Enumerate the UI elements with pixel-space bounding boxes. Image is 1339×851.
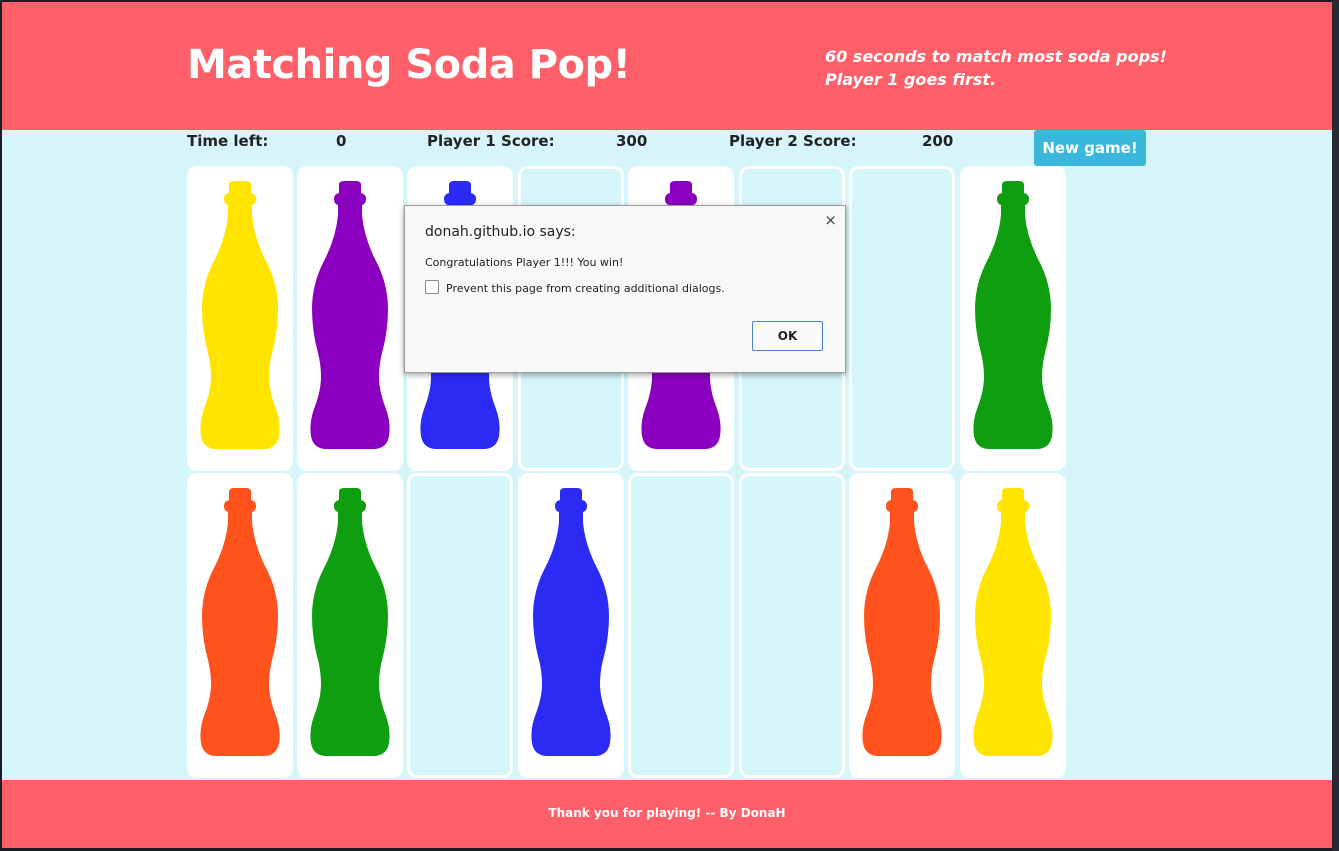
- purple-soda-bottle-icon: [310, 181, 390, 449]
- tagline-line-1: 60 seconds to match most soda pops!: [825, 47, 1167, 66]
- green-soda-bottle-icon: [973, 181, 1053, 449]
- time-left-value: 0: [336, 132, 347, 150]
- new-game-button[interactable]: New game!: [1034, 130, 1146, 166]
- soda-card[interactable]: [297, 473, 403, 778]
- matched-card-slot[interactable]: [739, 473, 845, 778]
- matched-card-slot[interactable]: [849, 166, 955, 471]
- window-edge: [1332, 0, 1339, 851]
- game-page: Matching Soda Pop! 60 seconds to match m…: [2, 2, 1332, 848]
- soda-card[interactable]: [960, 166, 1066, 471]
- header: Matching Soda Pop! 60 seconds to match m…: [2, 2, 1332, 130]
- soda-card[interactable]: [187, 166, 293, 471]
- yellow-soda-bottle-icon: [973, 488, 1053, 756]
- tagline: 60 seconds to match most soda pops! Play…: [825, 45, 1167, 91]
- orange-soda-bottle-icon: [862, 488, 942, 756]
- soda-card[interactable]: [187, 473, 293, 778]
- player1-score-value: 300: [616, 132, 648, 150]
- alert-dialog: × donah.github.io says: Congratulations …: [404, 205, 846, 373]
- close-icon[interactable]: ×: [824, 211, 837, 229]
- footer-credit: Thank you for playing! -- By DonaH: [548, 806, 786, 820]
- player2-score-label: Player 2 Score:: [729, 132, 857, 150]
- player2-score-value: 200: [922, 132, 954, 150]
- soda-card[interactable]: [297, 166, 403, 471]
- matched-card-slot[interactable]: [628, 473, 734, 778]
- yellow-soda-bottle-icon: [200, 181, 280, 449]
- prevent-dialogs-label[interactable]: Prevent this page from creating addition…: [446, 282, 725, 295]
- footer: Thank you for playing! -- By DonaH: [2, 780, 1332, 848]
- soda-card[interactable]: [960, 473, 1066, 778]
- soda-card[interactable]: [518, 473, 624, 778]
- tagline-line-2: Player 1 goes first.: [825, 70, 997, 89]
- dialog-message: Congratulations Player 1!!! You win!: [425, 256, 624, 269]
- orange-soda-bottle-icon: [200, 488, 280, 756]
- dialog-title: donah.github.io says:: [425, 224, 576, 240]
- soda-card[interactable]: [849, 473, 955, 778]
- green-soda-bottle-icon: [310, 488, 390, 756]
- matched-card-slot[interactable]: [407, 473, 513, 778]
- prevent-dialogs-checkbox[interactable]: [425, 280, 439, 294]
- game-title: Matching Soda Pop!: [187, 42, 631, 88]
- time-left-label: Time left:: [187, 132, 269, 150]
- blue-soda-bottle-icon: [531, 488, 611, 756]
- ok-button[interactable]: OK: [752, 321, 823, 351]
- player1-score-label: Player 1 Score:: [427, 132, 555, 150]
